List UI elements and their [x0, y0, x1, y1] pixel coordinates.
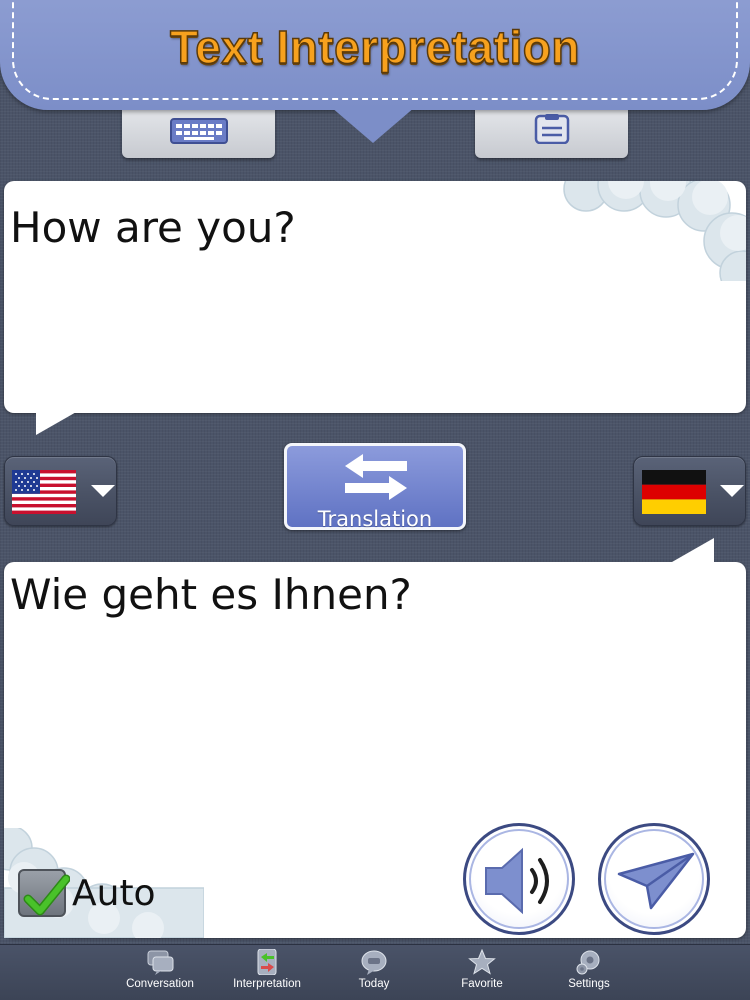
send-icon: [617, 852, 695, 910]
translation-button[interactable]: Translation: [284, 443, 466, 531]
settings-icon: [576, 950, 600, 975]
tab-label: Settings: [568, 978, 610, 990]
auto-toggle[interactable]: Auto: [18, 866, 156, 920]
source-text-panel[interactable]: How are you?: [4, 181, 746, 435]
auto-checkbox[interactable]: [18, 869, 70, 917]
tab-label: Conversation: [126, 978, 194, 990]
speak-button[interactable]: [463, 823, 575, 935]
today-icon: [361, 950, 387, 975]
auto-label: Auto: [72, 872, 156, 914]
target-language-select[interactable]: [633, 456, 746, 526]
header-bubble-tail: [331, 107, 415, 143]
tab-favorite[interactable]: Favorite: [428, 949, 536, 999]
tab-today[interactable]: Today: [320, 949, 428, 999]
keyboard-input-tab[interactable]: [122, 108, 275, 158]
tab-settings[interactable]: Settings: [535, 949, 643, 999]
checkmark-icon: [23, 874, 70, 916]
speaker-icon: [485, 847, 549, 915]
us-flag-icon: [12, 470, 76, 514]
source-language-select[interactable]: [4, 456, 117, 526]
source-bubble-tail: [36, 411, 78, 435]
interpretation-icon: [257, 949, 277, 975]
cloud-decoration: [563, 181, 746, 281]
translation-label: Translation: [317, 507, 433, 531]
chevron-down-icon: [91, 485, 115, 497]
clipboard-input-tab[interactable]: [475, 108, 628, 158]
tab-label: Today: [358, 978, 390, 990]
target-text: Wie geht es Ihnen?: [10, 570, 412, 619]
target-bubble-tail: [672, 538, 714, 562]
chevron-down-icon: [720, 485, 744, 497]
send-button[interactable]: [598, 823, 710, 935]
tab-conversation[interactable]: Conversation: [106, 949, 214, 999]
keyboard-icon: [169, 118, 228, 144]
bottom-tab-bar: Conversation Interpretation Today Favori…: [0, 944, 750, 1000]
swap-arrows-icon: [345, 454, 407, 500]
page-title: Text Interpretation: [169, 20, 580, 74]
favorite-icon: [468, 949, 496, 975]
tab-interpretation[interactable]: Interpretation: [213, 949, 321, 999]
clipboard-icon: [534, 114, 569, 144]
tab-label: Interpretation: [233, 978, 301, 990]
source-text[interactable]: How are you?: [10, 203, 296, 252]
tab-label: Favorite: [461, 978, 503, 990]
germany-flag-icon: [642, 470, 706, 514]
conversation-icon: [147, 950, 174, 975]
